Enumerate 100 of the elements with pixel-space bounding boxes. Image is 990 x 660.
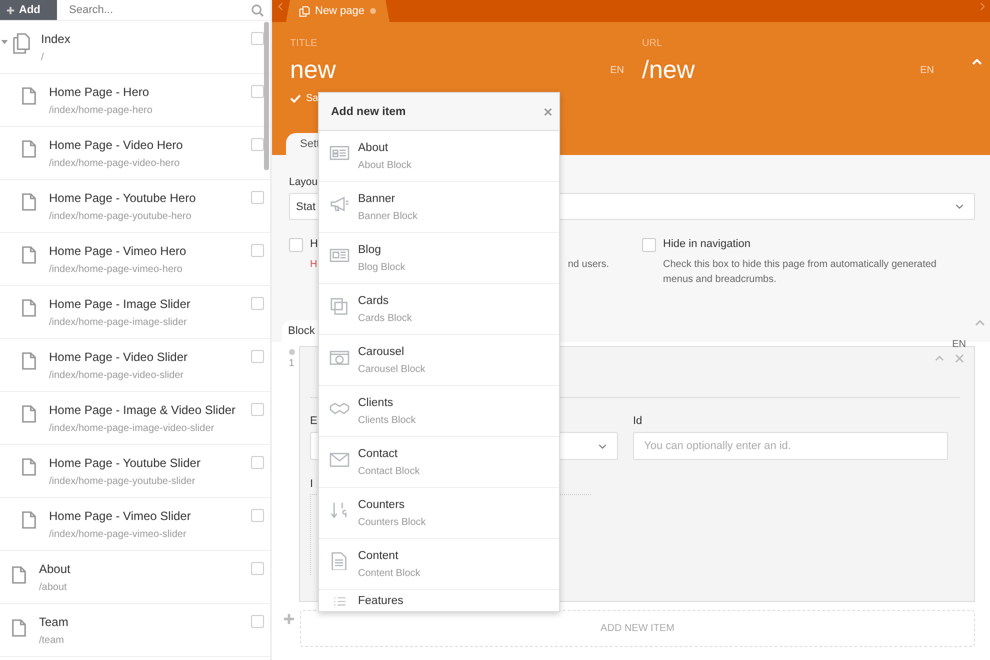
block-type-item[interactable]: Cards Cards Block — [319, 284, 559, 335]
checkbox[interactable] — [251, 403, 264, 416]
scrollbar[interactable] — [264, 22, 269, 170]
checkbox[interactable] — [251, 562, 264, 575]
checkbox[interactable] — [251, 85, 264, 98]
page-title: Home Page - Video Hero — [49, 138, 183, 152]
page-title: Home Page - Video Slider — [49, 350, 188, 364]
page-icon — [22, 299, 36, 317]
check-icon — [290, 94, 301, 103]
page-path: /index/home-page-image-video-slider — [49, 423, 216, 434]
tree-item[interactable]: Home Page - Youtube Hero /index/home-page-youtube-hero — [0, 180, 270, 233]
tree-item[interactable]: About /about — [0, 551, 270, 604]
block-type-item[interactable]: About About Block — [319, 131, 559, 182]
page-title: Home Page - Image & Video Slider — [49, 403, 236, 417]
block-number: 1 — [288, 358, 294, 369]
chevron-down-icon — [598, 444, 607, 448]
close-icon[interactable] — [544, 108, 552, 116]
drag-handle[interactable] — [288, 349, 294, 355]
page-title: About — [39, 562, 70, 576]
plus-icon[interactable] — [284, 614, 294, 624]
page-path: /index/home-page-youtube-hero — [49, 211, 192, 222]
block-type-item[interactable]: Carousel Carousel Block — [319, 335, 559, 386]
caret-icon[interactable] — [1, 40, 8, 45]
page-icon — [22, 352, 36, 370]
block-type-item[interactable]: Blog Blog Block — [319, 233, 559, 284]
language-label: EN — [920, 64, 934, 76]
checkbox[interactable] — [251, 138, 264, 151]
page-title: Home Page - Vimeo Slider — [49, 509, 191, 523]
field-label: Layou — [289, 176, 318, 188]
block-type-icon — [329, 144, 350, 162]
chevron-right-icon[interactable] — [980, 2, 985, 11]
field-label: E — [310, 415, 318, 427]
block-type-item[interactable]: Features — [319, 590, 559, 611]
page-path: / — [41, 52, 45, 63]
field-label: I — [310, 478, 314, 490]
block-type-item[interactable]: Contact Contact Block — [319, 437, 559, 488]
language-label: EN — [952, 339, 966, 350]
block-type-item[interactable]: Content Content Block — [319, 539, 559, 590]
page-path: /team — [39, 635, 66, 646]
block-type-item[interactable]: Clients Clients Block — [319, 386, 559, 437]
tree-item[interactable]: Home Page - Image & Video Slider /index/home-page-image-video-slider — [0, 392, 270, 445]
checkbox[interactable] — [251, 456, 264, 469]
tree-item[interactable]: Home Page - Video Slider /index/home-page-video-slider — [0, 339, 270, 392]
popup-title: Add new item — [331, 106, 406, 118]
page-path: /index/home-page-youtube-slider — [49, 476, 196, 487]
tree-item[interactable]: Home Page - Vimeo Slider /index/home-page-vimeo-slider — [0, 498, 270, 551]
page-icon — [22, 511, 36, 529]
checkbox[interactable] — [289, 238, 303, 252]
collapse-icon[interactable] — [975, 320, 985, 326]
checkbox[interactable] — [251, 32, 264, 45]
page-icon — [22, 87, 36, 105]
tree-item[interactable]: Team /team — [0, 604, 270, 657]
warning-text: H — [310, 258, 318, 272]
tree-item[interactable]: Home Page - Youtube Slider /index/home-page-youtube-slider — [0, 445, 270, 498]
chevron-down-icon — [955, 204, 964, 209]
page-icon — [22, 140, 36, 158]
block-type-icon — [329, 348, 350, 366]
page-path: /index/home-page-vimeo-slider — [49, 529, 188, 540]
close-icon[interactable] — [955, 354, 964, 363]
block-type-item[interactable]: Counters Counters Block — [319, 488, 559, 539]
field-label: Id — [633, 415, 642, 427]
section-tab[interactable]: Block — [282, 320, 319, 342]
block-type-icon — [329, 195, 350, 213]
checkbox[interactable] — [251, 350, 264, 363]
checkbox[interactable] — [251, 297, 264, 310]
chevron-left-icon[interactable] — [278, 2, 283, 11]
page-title: Index — [41, 32, 70, 46]
block-type-icon — [329, 246, 350, 264]
field-label: TITLE — [290, 38, 318, 49]
tree-item[interactable]: Home Page - Image Slider /index/home-page-image-slider — [0, 286, 270, 339]
checkbox[interactable] — [251, 191, 264, 204]
id-input[interactable]: You can optionally enter an id. — [633, 432, 948, 460]
page-title: Home Page - Vimeo Hero — [49, 244, 186, 258]
page-title: Home Page - Youtube Hero — [49, 191, 196, 205]
checkbox[interactable] — [251, 244, 264, 257]
page-path: /index/home-page-image-slider — [49, 317, 188, 328]
page-path: /index/home-page-video-hero — [49, 158, 181, 169]
block-type-icon — [329, 297, 350, 315]
page-path: /index/home-page-hero — [49, 105, 152, 116]
page-icon — [22, 405, 36, 423]
checkbox[interactable] — [642, 238, 656, 252]
checkbox[interactable] — [251, 615, 264, 628]
page-title: Home Page - Image Slider — [49, 297, 190, 311]
option-label: Hide in navigation — [663, 238, 750, 250]
page-icon — [22, 193, 36, 211]
page-icon — [12, 566, 26, 584]
option-description: nd users. — [568, 258, 609, 272]
block-type-item[interactable]: Banner Banner Block — [319, 182, 559, 233]
collapse-icon[interactable] — [935, 354, 944, 363]
page-icon — [22, 246, 36, 264]
add-button[interactable]: Add — [0, 0, 57, 20]
search-icon — [251, 4, 264, 16]
page-title: Team — [39, 615, 68, 629]
tree-item[interactable]: Home Page - Vimeo Hero /index/home-page-vimeo-hero — [0, 233, 270, 286]
plus-icon — [6, 6, 15, 14]
checkbox[interactable] — [251, 509, 264, 522]
language-label: EN — [610, 64, 624, 76]
block-type-icon — [329, 450, 350, 468]
status-text: Sa — [306, 93, 318, 104]
pages-icon — [299, 6, 310, 16]
